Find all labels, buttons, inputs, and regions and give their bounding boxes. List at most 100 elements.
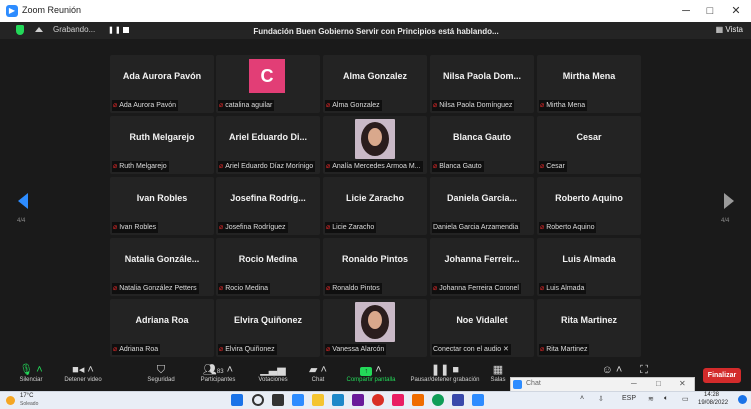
participant-label-text: Analía Mercedes Armoa M...	[332, 163, 421, 170]
reactions-icon: ☺ ˄	[601, 364, 623, 376]
participant-label: Daniela Garcia Arzamendia	[432, 222, 521, 233]
minimize-button[interactable]: ─	[676, 3, 696, 19]
participant-label: ⌀ catalina aguilar	[218, 100, 275, 111]
pause-stop-recording-button[interactable]: ❚❚ ■ Pausar/detener grabación	[404, 363, 486, 391]
participant-tile[interactable]: Josefina Rodrig... ⌀ Josefina Rodríguez	[216, 177, 320, 235]
participant-tile[interactable]: ⌀ Vanessa Alarcón	[323, 299, 427, 357]
language-indicator[interactable]: ESP	[622, 395, 636, 402]
participant-label: ⌀ Luis Almada	[539, 283, 587, 294]
participant-label: ⌀ Blanca Gauto	[432, 161, 484, 172]
windows-start-icon[interactable]	[231, 394, 243, 406]
polls-bar-icon: ▁▃▅	[260, 364, 286, 376]
usb-icon[interactable]: ⇩	[598, 395, 604, 403]
volume-icon[interactable]: 🔈︎	[664, 395, 668, 403]
participant-name: Ariel Eduardo Di...	[228, 132, 307, 142]
participant-tile[interactable]: Licie Zaracho ⌀ Licie Zaracho	[323, 177, 427, 235]
app-icon-pink[interactable]	[392, 394, 404, 406]
share-screen-button[interactable]: ↑ ˄ Compartir pantalla	[342, 363, 400, 391]
zoom-taskbar-icon[interactable]	[292, 394, 304, 406]
participant-tile[interactable]: Blanca Gauto ⌀ Blanca Gauto	[430, 116, 534, 174]
participant-label-text: Licie Zaracho	[332, 224, 375, 231]
sun-weather-icon[interactable]	[6, 396, 15, 405]
chat-minimize-button[interactable]: ─	[631, 379, 637, 388]
end-meeting-button[interactable]: Finalizar	[703, 368, 741, 383]
close-button[interactable]: ✕	[726, 3, 746, 19]
edge-icon[interactable]	[432, 394, 444, 406]
participant-label: ⌀ Rocio Medina	[218, 283, 271, 294]
view-button[interactable]: ▦ Vista	[716, 25, 743, 34]
participant-label: ⌀ Josefina Rodríguez	[218, 222, 288, 233]
mute-button[interactable]: 🎙︎ ˄ Silenciar	[14, 363, 48, 391]
breakout-rooms-icon: ▦	[492, 364, 504, 376]
pause-recording-icon[interactable]: ❚❚	[108, 26, 122, 34]
participant-name: Adriana Roa	[135, 315, 189, 325]
participant-tile[interactable]: Ruth Melgarejo ⌀ Ruth Melgarejo	[110, 116, 214, 174]
stop-recording-icon[interactable]	[123, 27, 129, 33]
participant-tile[interactable]: Ivan Robles ⌀ Ivan Robles	[110, 177, 214, 235]
polls-button[interactable]: ▁▃▅ Votaciones	[253, 363, 293, 391]
chat-window-title: Chat	[526, 380, 541, 387]
participant-tile[interactable]: Cesar ⌀ Cesar	[537, 116, 641, 174]
participant-label: ⌀ Ivan Robles	[112, 222, 159, 233]
shield-icon[interactable]	[16, 25, 24, 35]
clock-date[interactable]: 19/08/2022	[698, 400, 728, 406]
tray-chevron-icon[interactable]: ˄	[580, 395, 584, 402]
participant-tile[interactable]: Ronaldo Pintos ⌀ Ronaldo Pintos	[323, 238, 427, 296]
participant-tile[interactable]: Noe Vidallet Conectar con el audio ✕	[430, 299, 534, 357]
participant-tile[interactable]: Rita Martinez ⌀ Rita Martinez	[537, 299, 641, 357]
chat-maximize-button[interactable]: □	[656, 379, 661, 388]
participant-label: ⌀ Roberto Aquino	[539, 222, 597, 233]
file-explorer-icon[interactable]	[312, 394, 324, 406]
next-page-arrow-icon[interactable]	[724, 193, 734, 209]
clock-time[interactable]: 14:28	[704, 392, 719, 398]
notification-icon[interactable]	[738, 395, 747, 404]
participant-label-text: Blanca Gauto	[439, 163, 482, 170]
security-button[interactable]: ⛉ Seguridad	[138, 363, 184, 391]
app-icon-orange[interactable]	[412, 394, 424, 406]
page-indicator-right: 4/4	[721, 218, 730, 224]
participants-button[interactable]: 👥︎83 ˄ Participantes	[193, 363, 243, 391]
previous-page-arrow-icon[interactable]	[18, 193, 28, 209]
task-view-icon[interactable]	[272, 394, 284, 406]
participant-label: ⌀ Ada Aurora Pavón	[112, 100, 179, 111]
participant-tile[interactable]: Ada Aurora Pavón ⌀ Ada Aurora Pavón	[110, 55, 214, 113]
participant-tile[interactable]: Rocio Medina ⌀ Rocio Medina	[216, 238, 320, 296]
participant-label-text: Cesar	[546, 163, 565, 170]
participant-tile[interactable]: Luis Almada ⌀ Luis Almada	[537, 238, 641, 296]
breakout-rooms-button[interactable]: ▦ Salas	[486, 363, 510, 391]
wifi-icon[interactable]: ≋	[648, 395, 654, 403]
participant-tile[interactable]: Adriana Roa ⌀ Adriana Roa	[110, 299, 214, 357]
chat-button[interactable]: ▰ ˄ Chat	[303, 363, 333, 391]
participant-tile[interactable]: Mirtha Mena ⌀ Mirtha Mena	[537, 55, 641, 113]
participant-label-text: Johanna Ferreira Coronel	[439, 285, 519, 292]
participant-tile[interactable]: Daniela Garcia... Daniela Garcia Arzamend…	[430, 177, 534, 235]
battery-icon[interactable]: ▭	[682, 395, 689, 403]
store-icon[interactable]	[332, 394, 344, 406]
muted-microphone-icon: ⌀	[219, 102, 224, 109]
maximize-button[interactable]: □	[700, 3, 720, 19]
participant-label-text: Nilsa Paola Domínguez	[439, 102, 513, 109]
participant-tile[interactable]: Roberto Aquino ⌀ Roberto Aquino	[537, 177, 641, 235]
participant-tile[interactable]: Johanna Ferreir... ⌀ Johanna Ferreira Coro…	[430, 238, 534, 296]
chat-bubble-icon: ▰ ˄	[309, 364, 327, 376]
word-icon[interactable]	[452, 394, 464, 406]
participant-tile[interactable]: ⌀ Analía Mercedes Armoa M...	[323, 116, 427, 174]
stop-video-button[interactable]: ■◂ ˄ Detener video	[56, 363, 110, 391]
muted-microphone-icon: ⌀	[433, 163, 438, 170]
participant-tile[interactable]: Elvira Quiñonez ⌀ Elvira Quiñonez	[216, 299, 320, 357]
participant-tile[interactable]: Natalia Gonzále... ⌀ Natalia González Pett…	[110, 238, 214, 296]
participant-tile[interactable]: Nilsa Paola Dom... ⌀ Nilsa Paola Domínguez	[430, 55, 534, 113]
search-icon[interactable]	[252, 394, 264, 406]
participant-label: ⌀ Natalia González Petters	[112, 283, 199, 294]
chat-close-button[interactable]: ✕	[679, 379, 686, 388]
participant-label: ⌀ Mirtha Mena	[539, 100, 588, 111]
participant-name: Ruth Melgarejo	[129, 132, 195, 142]
teams-icon[interactable]	[352, 394, 364, 406]
participant-name: Luis Almada	[562, 254, 616, 264]
participant-tile[interactable]: Ariel Eduardo Di... ⌀ Ariel Eduardo Díaz M…	[216, 116, 320, 174]
participant-tile[interactable]: Alma Gonzalez ⌀ Alma Gonzalez	[323, 55, 427, 113]
chrome-icon[interactable]	[372, 394, 384, 406]
video-camera-icon: ■◂ ˄	[72, 364, 94, 376]
participant-tile[interactable]: C ⌀ catalina aguilar	[216, 55, 320, 113]
zoom-chat-taskbar-icon[interactable]	[472, 394, 484, 406]
